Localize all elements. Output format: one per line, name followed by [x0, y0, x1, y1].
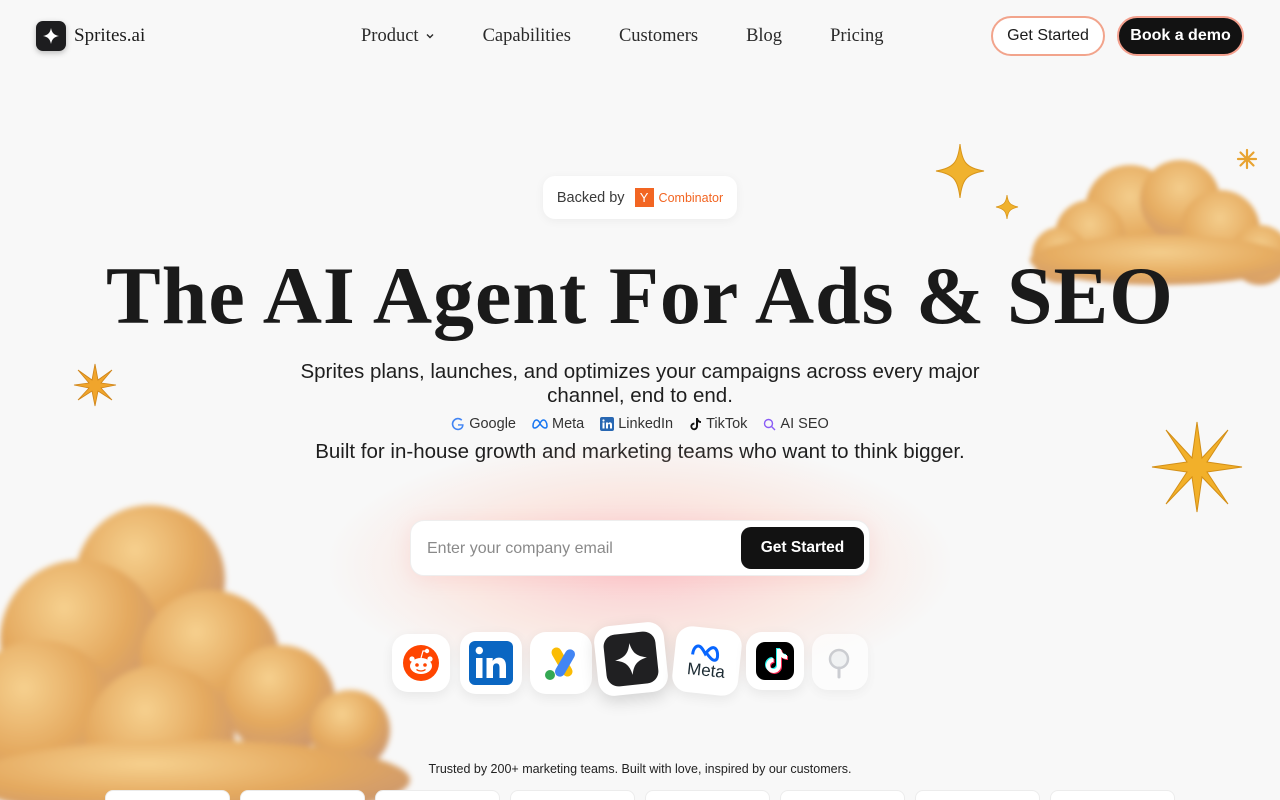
customer-logo-card	[240, 790, 365, 800]
channel-linkedin: LinkedIn	[600, 416, 673, 432]
channel-label: Google	[469, 416, 516, 432]
hero-tagline: Built for in-house growth and marketing …	[315, 440, 965, 463]
google-ads-icon	[530, 632, 592, 694]
customer-logo-card	[105, 790, 230, 800]
channel-list: Google Meta LinkedIn TikTok AI SEO	[0, 414, 1280, 434]
customer-logo-card	[645, 790, 770, 800]
y-combinator-logo: Y Combinator	[634, 188, 724, 207]
yc-letter: Y	[634, 188, 654, 207]
brand-name: Sprites.ai	[74, 25, 146, 46]
book-demo-button[interactable]: Book a demo	[1117, 16, 1244, 56]
channel-label: Meta	[551, 416, 585, 432]
sparkle-star-icon	[995, 194, 1019, 220]
trusted-by-text: Trusted by 200+ marketing teams. Built w…	[428, 762, 852, 776]
sparkle-icon	[36, 21, 66, 51]
burst-star-icon	[1151, 421, 1243, 513]
channel-label: AI SEO	[780, 416, 829, 432]
nav-item-capabilities[interactable]: Capabilities	[483, 26, 571, 47]
email-signup-form: Get Started	[410, 520, 870, 576]
tiktok-icon	[746, 632, 804, 690]
channel-tiktok: TikTok	[689, 416, 747, 432]
top-navigation: Sprites.ai Product Capabilities Customer…	[0, 0, 1280, 72]
customer-logo-strip	[105, 790, 1175, 800]
customer-logo-card	[510, 790, 635, 800]
company-email-input[interactable]	[427, 533, 737, 565]
cloud-illustration-left	[0, 505, 410, 800]
customer-logo-card	[1050, 790, 1175, 800]
channel-ai-seo: AI SEO	[763, 416, 829, 432]
nav-item-label: Product	[361, 25, 419, 46]
badge-prefix: Backed by	[556, 189, 625, 206]
signup-get-started-button[interactable]: Get Started	[741, 527, 864, 569]
yc-name: Combinator	[658, 190, 724, 205]
chevron-down-icon	[426, 34, 434, 39]
get-started-button[interactable]: Get Started	[991, 16, 1105, 56]
sparkle-star-icon	[935, 143, 985, 199]
nav-item-pricing[interactable]: Pricing	[830, 26, 883, 47]
hero-headline: The AI Agent For Ads & SEO	[106, 250, 1174, 341]
meta-icon: Meta	[670, 624, 744, 698]
sprites-icon	[592, 620, 670, 698]
tiktok-icon	[690, 418, 702, 431]
search-magnifier-icon	[812, 634, 868, 690]
channel-meta: Meta	[532, 416, 584, 432]
customer-logo-card	[915, 790, 1040, 800]
backed-by-badge: Backed by Y Combinator	[543, 176, 737, 219]
burst-star-icon	[1236, 148, 1258, 170]
nav-item-customers[interactable]: Customers	[619, 26, 698, 47]
google-icon	[451, 417, 464, 431]
burst-star-icon	[73, 363, 117, 407]
customer-logo-card	[375, 790, 500, 800]
search-icon	[764, 418, 776, 430]
channel-label: LinkedIn	[618, 416, 674, 432]
channel-label: TikTok	[706, 416, 748, 432]
customer-logo-card	[780, 790, 905, 800]
brand-logo[interactable]: Sprites.ai	[36, 20, 145, 52]
nav-item-blog[interactable]: Blog	[746, 26, 782, 47]
linkedin-icon	[460, 632, 522, 694]
reddit-icon	[392, 634, 450, 692]
channel-google: Google	[451, 416, 516, 432]
meta-wordmark: Meta	[686, 659, 726, 682]
meta-icon	[532, 419, 548, 429]
nav-links: Product Capabilities Customers Blog Pric…	[361, 24, 884, 48]
nav-item-product[interactable]: Product	[361, 26, 435, 47]
hero-subtitle: Sprites plans, launches, and optimizes y…	[300, 360, 980, 407]
linkedin-icon	[600, 417, 615, 431]
